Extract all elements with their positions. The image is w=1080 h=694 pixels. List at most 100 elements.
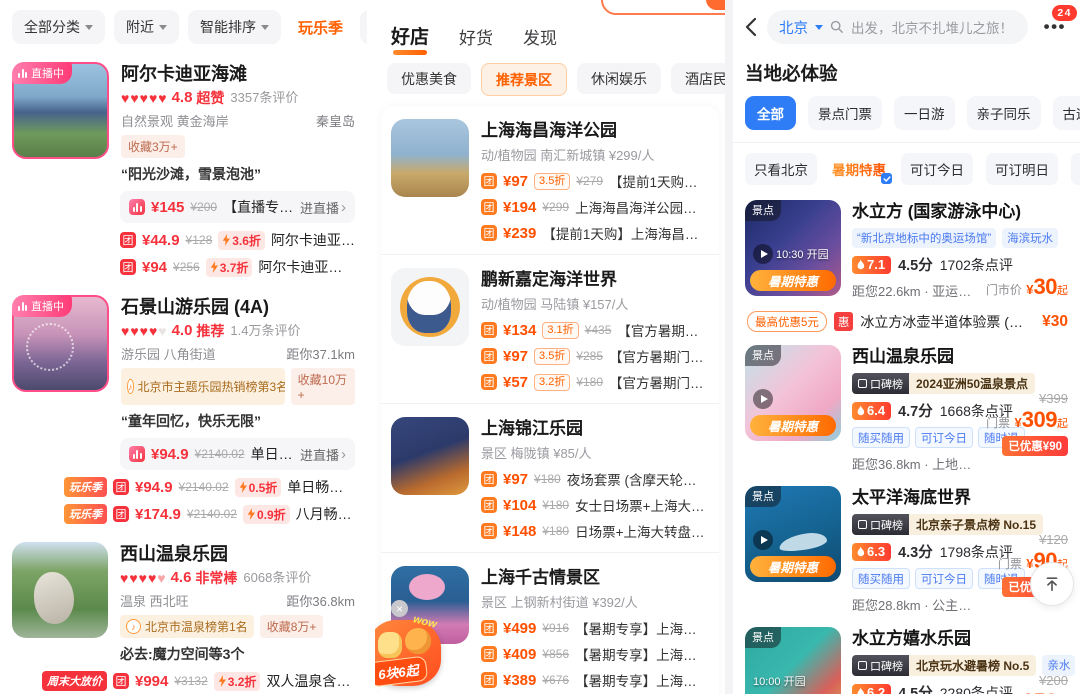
attraction-photo[interactable] xyxy=(12,542,108,638)
filter-category[interactable]: 全部分类 xyxy=(12,10,105,44)
group-deal-row[interactable]: 玩乐季 团 ¥94.9 ¥2140.02 0.5折 单日畅玩票 xyxy=(64,477,355,497)
attraction-item[interactable]: 直播中 石景山游乐园 (4A) ♥♥♥♥♥ 4.0 推荐 1.4万条评价 游乐园… xyxy=(0,285,367,532)
group-deal-row[interactable]: 团 ¥94 ¥256 3.7折 阿尔卡迪亚海景温… xyxy=(120,257,355,277)
back-to-top-button[interactable] xyxy=(1030,562,1074,606)
pill-family[interactable]: 亲子同乐 xyxy=(967,96,1041,130)
scenic-item[interactable]: 鹏新嘉定海洋世界 动/植物园 马陆镇 ¥157/人 团 ¥134 3.1折 ¥4… xyxy=(381,254,719,403)
close-icon[interactable]: × xyxy=(391,600,408,617)
deal-name: 阿尔卡迪亚海景温… xyxy=(258,257,355,277)
filter-label: 全部分类 xyxy=(24,17,80,37)
deal-row[interactable]: 团 ¥389 ¥676 【暑期专享】上海千古情演… xyxy=(481,671,709,689)
deal-old-price: ¥435 xyxy=(585,323,612,337)
ranking-badge[interactable]: ♪北京市温泉榜第1名 xyxy=(120,615,254,638)
scenic-item[interactable]: 上海锦江乐园 景区 梅陇镇 ¥85/人 团 ¥97 ¥180 夜场套票 (含摩天… xyxy=(381,403,719,552)
discount-badge: 惠 xyxy=(834,312,854,331)
category-food[interactable]: 优惠美食 xyxy=(387,63,471,94)
tab-good-goods[interactable]: 好货 xyxy=(459,24,493,57)
experience-photo[interactable]: 景点 暑期特惠 xyxy=(745,486,841,582)
search-bar[interactable]: 北京 出发，北京不扎堆儿之旅！ xyxy=(767,10,1028,44)
search-bar-partial[interactable] xyxy=(601,0,725,15)
ticket-deal-row[interactable]: 最高优惠5元 惠 冰立方冰壶半道体验票 (可投… ¥30 xyxy=(733,304,1080,336)
perk-tag: 可订今日 xyxy=(915,427,973,448)
live-deal-row[interactable]: ¥145 ¥200 【直播专享】乐岛… 进直播› xyxy=(120,191,355,223)
city-selector[interactable]: 北京 xyxy=(779,17,808,38)
tab-discover[interactable]: 发现 xyxy=(523,24,557,57)
deal-row[interactable]: 团 ¥97 3.5折 ¥285 【官方暑期门票】嘉… xyxy=(481,347,709,365)
group-buy-icon: 团 xyxy=(120,259,136,275)
filter-bookable-tomorrow[interactable]: 可订明日 xyxy=(986,153,1058,185)
filter-travel-date[interactable]: 出游日期 xyxy=(1071,153,1080,185)
group-buy-icon: 团 xyxy=(481,672,497,688)
filter-play-season[interactable]: 玩乐季 xyxy=(290,10,351,44)
enter-live-link[interactable]: 进直播› xyxy=(300,198,346,217)
play-icon[interactable] xyxy=(753,530,773,550)
group-deal-row[interactable]: 周末大放价 团 ¥994 ¥3132 3.2折 双人温泉含餐票 xyxy=(42,671,355,691)
play-icon[interactable] xyxy=(753,244,773,264)
deal-row[interactable]: 团 ¥499 ¥916 【暑期专享】上海千古情演… xyxy=(481,619,709,637)
scenic-photo[interactable] xyxy=(391,417,469,495)
pill-heritage[interactable]: 古迹遗址 xyxy=(1053,96,1080,130)
pill-all[interactable]: 全部 xyxy=(745,96,796,130)
category-hotel[interactable]: 酒店民宿 xyxy=(671,63,725,94)
deal-price: ¥239 xyxy=(503,225,536,242)
category-leisure[interactable]: 休闲娱乐 xyxy=(577,63,661,94)
deal-row[interactable]: 团 ¥409 ¥856 【暑期专享】上海千古情演… xyxy=(481,645,709,663)
attraction-photo[interactable]: 直播中 xyxy=(12,62,109,159)
deal-row[interactable]: 团 ¥239 【提前1天购】上海海昌海洋公园… xyxy=(481,224,709,242)
pill-day-tour[interactable]: 一日游 xyxy=(894,96,955,130)
filter-smart-sort[interactable]: 智能排序 xyxy=(188,10,281,44)
attraction-item[interactable]: 西山温泉乐园 ♥♥♥♥♥ 4.6 非常棒 6068条评价 温泉 西北旺 距你36… xyxy=(0,532,367,694)
back-button[interactable] xyxy=(745,17,757,37)
search-button[interactable] xyxy=(706,0,725,10)
deal-price: ¥134 xyxy=(503,322,536,339)
attraction-item[interactable]: 直播中 阿尔卡迪亚海滩 ♥♥♥♥♥ 4.8 超赞 3357条评价 自然景观 黄金… xyxy=(0,52,367,285)
group-deal-row[interactable]: 玩乐季 团 ¥174.9 ¥2140.02 0.9折 八月畅玩畅玩票 xyxy=(64,504,355,524)
group-buy-icon: 团 xyxy=(481,471,497,487)
experience-photo[interactable]: 景点 10:00 开园 暑期特惠 xyxy=(745,627,841,694)
tab-good-shops[interactable]: 好店 xyxy=(391,22,429,57)
experience-photo[interactable]: 景点 10:30 开园 暑期特惠 xyxy=(745,200,841,296)
discount-pill: 3.5折 xyxy=(534,173,570,190)
more-menu-button[interactable]: •••24 xyxy=(1038,13,1068,41)
experience-title: 水立方嬉水乐园 xyxy=(852,627,1068,650)
scenic-title: 上海千古情景区 xyxy=(481,566,709,589)
experience-card[interactable]: 景点 暑期特惠 太平洋海底世界 口碑榜 北京亲子景点榜 No.15 6.3 4.… xyxy=(733,477,1080,618)
category-tags: 自然景观 黄金海岸 xyxy=(121,111,229,130)
hot-score-badge: 6.3 xyxy=(852,543,891,561)
attraction-photo[interactable]: 直播中 xyxy=(12,295,109,392)
chevron-right-icon: › xyxy=(341,447,346,462)
discount-pill: 3.6折 xyxy=(218,231,265,250)
filter-nearby[interactable]: 附近 xyxy=(114,10,179,44)
deal-row[interactable]: 团 ¥57 3.2折 ¥180 【官方暑期门票】嘉定… xyxy=(481,373,709,391)
deal-row[interactable]: 团 ¥97 ¥180 夜场套票 (含摩天轮等十几… xyxy=(481,470,709,488)
filter-bookable-today[interactable]: 可订今日 xyxy=(901,153,973,185)
deal-row[interactable]: 团 ¥194 ¥299 上海海昌海洋公园高峰日… xyxy=(481,198,709,216)
scenic-photo[interactable] xyxy=(391,268,469,346)
play-season-badge: 玩乐季 xyxy=(64,477,107,497)
group-deal-row[interactable]: 团 ¥44.9 ¥128 3.6折 阿尔卡迪亚海景温泉… xyxy=(120,230,355,250)
filter-summer-sale[interactable]: 暑期特惠 xyxy=(830,153,888,185)
distance: 距您36.8km · 上地产… xyxy=(852,454,1068,473)
deal-row[interactable]: 团 ¥104 ¥180 女士日场票+上海大转盘|… xyxy=(481,496,709,514)
deal-row[interactable]: 团 ¥148 ¥180 日场票+上海大转盘成人… xyxy=(481,522,709,540)
ranking-badge[interactable]: ♪北京市主题乐园热销榜第3名 xyxy=(121,368,285,405)
filter-beijing-only[interactable]: 只看北京 xyxy=(745,153,817,185)
experience-photo[interactable]: 景点 暑期特惠 xyxy=(745,345,841,441)
scenic-photo[interactable] xyxy=(391,119,469,197)
play-icon[interactable] xyxy=(753,389,773,409)
promo-sticker[interactable]: wow 6块6起 xyxy=(375,620,441,686)
pill-tickets[interactable]: 景点门票 xyxy=(808,96,882,130)
experience-card[interactable]: 景点 暑期特惠 西山温泉乐园 口碑榜 2024亚洲50温泉景点 6.4 4.7分… xyxy=(733,336,1080,477)
experience-card[interactable]: 景点 10:00 开园 暑期特惠 水立方嬉水乐园 口碑榜 北京玩水避暑榜 No.… xyxy=(733,618,1080,694)
live-deal-row[interactable]: ¥94.9 ¥2140.02 单日畅玩票 进直播› xyxy=(120,438,355,470)
summer-sale-banner: 暑期特惠 xyxy=(750,556,836,577)
deal-row[interactable]: 团 ¥97 3.5折 ¥279 【提前1天购】上海海… xyxy=(481,172,709,190)
price-block: 门市价 ¥30起 xyxy=(986,274,1068,300)
group-buy-icon: 团 xyxy=(113,673,129,689)
experience-card[interactable]: 景点 10:30 开园 暑期特惠 水立方 (国家游泳中心) “新北京地标中的奥运… xyxy=(733,191,1080,304)
enter-live-link[interactable]: 进直播› xyxy=(300,445,346,464)
category-scenic[interactable]: 推荐景区 xyxy=(481,63,567,96)
scenic-item[interactable]: 上海海昌海洋公园 动/植物园 南汇新城镇 ¥299/人 团 ¥97 3.5折 ¥… xyxy=(381,106,719,254)
deal-row[interactable]: 团 ¥134 3.1折 ¥435 【官方暑期门票】嘉… xyxy=(481,321,709,339)
filter-only[interactable]: 只看 xyxy=(360,10,367,44)
